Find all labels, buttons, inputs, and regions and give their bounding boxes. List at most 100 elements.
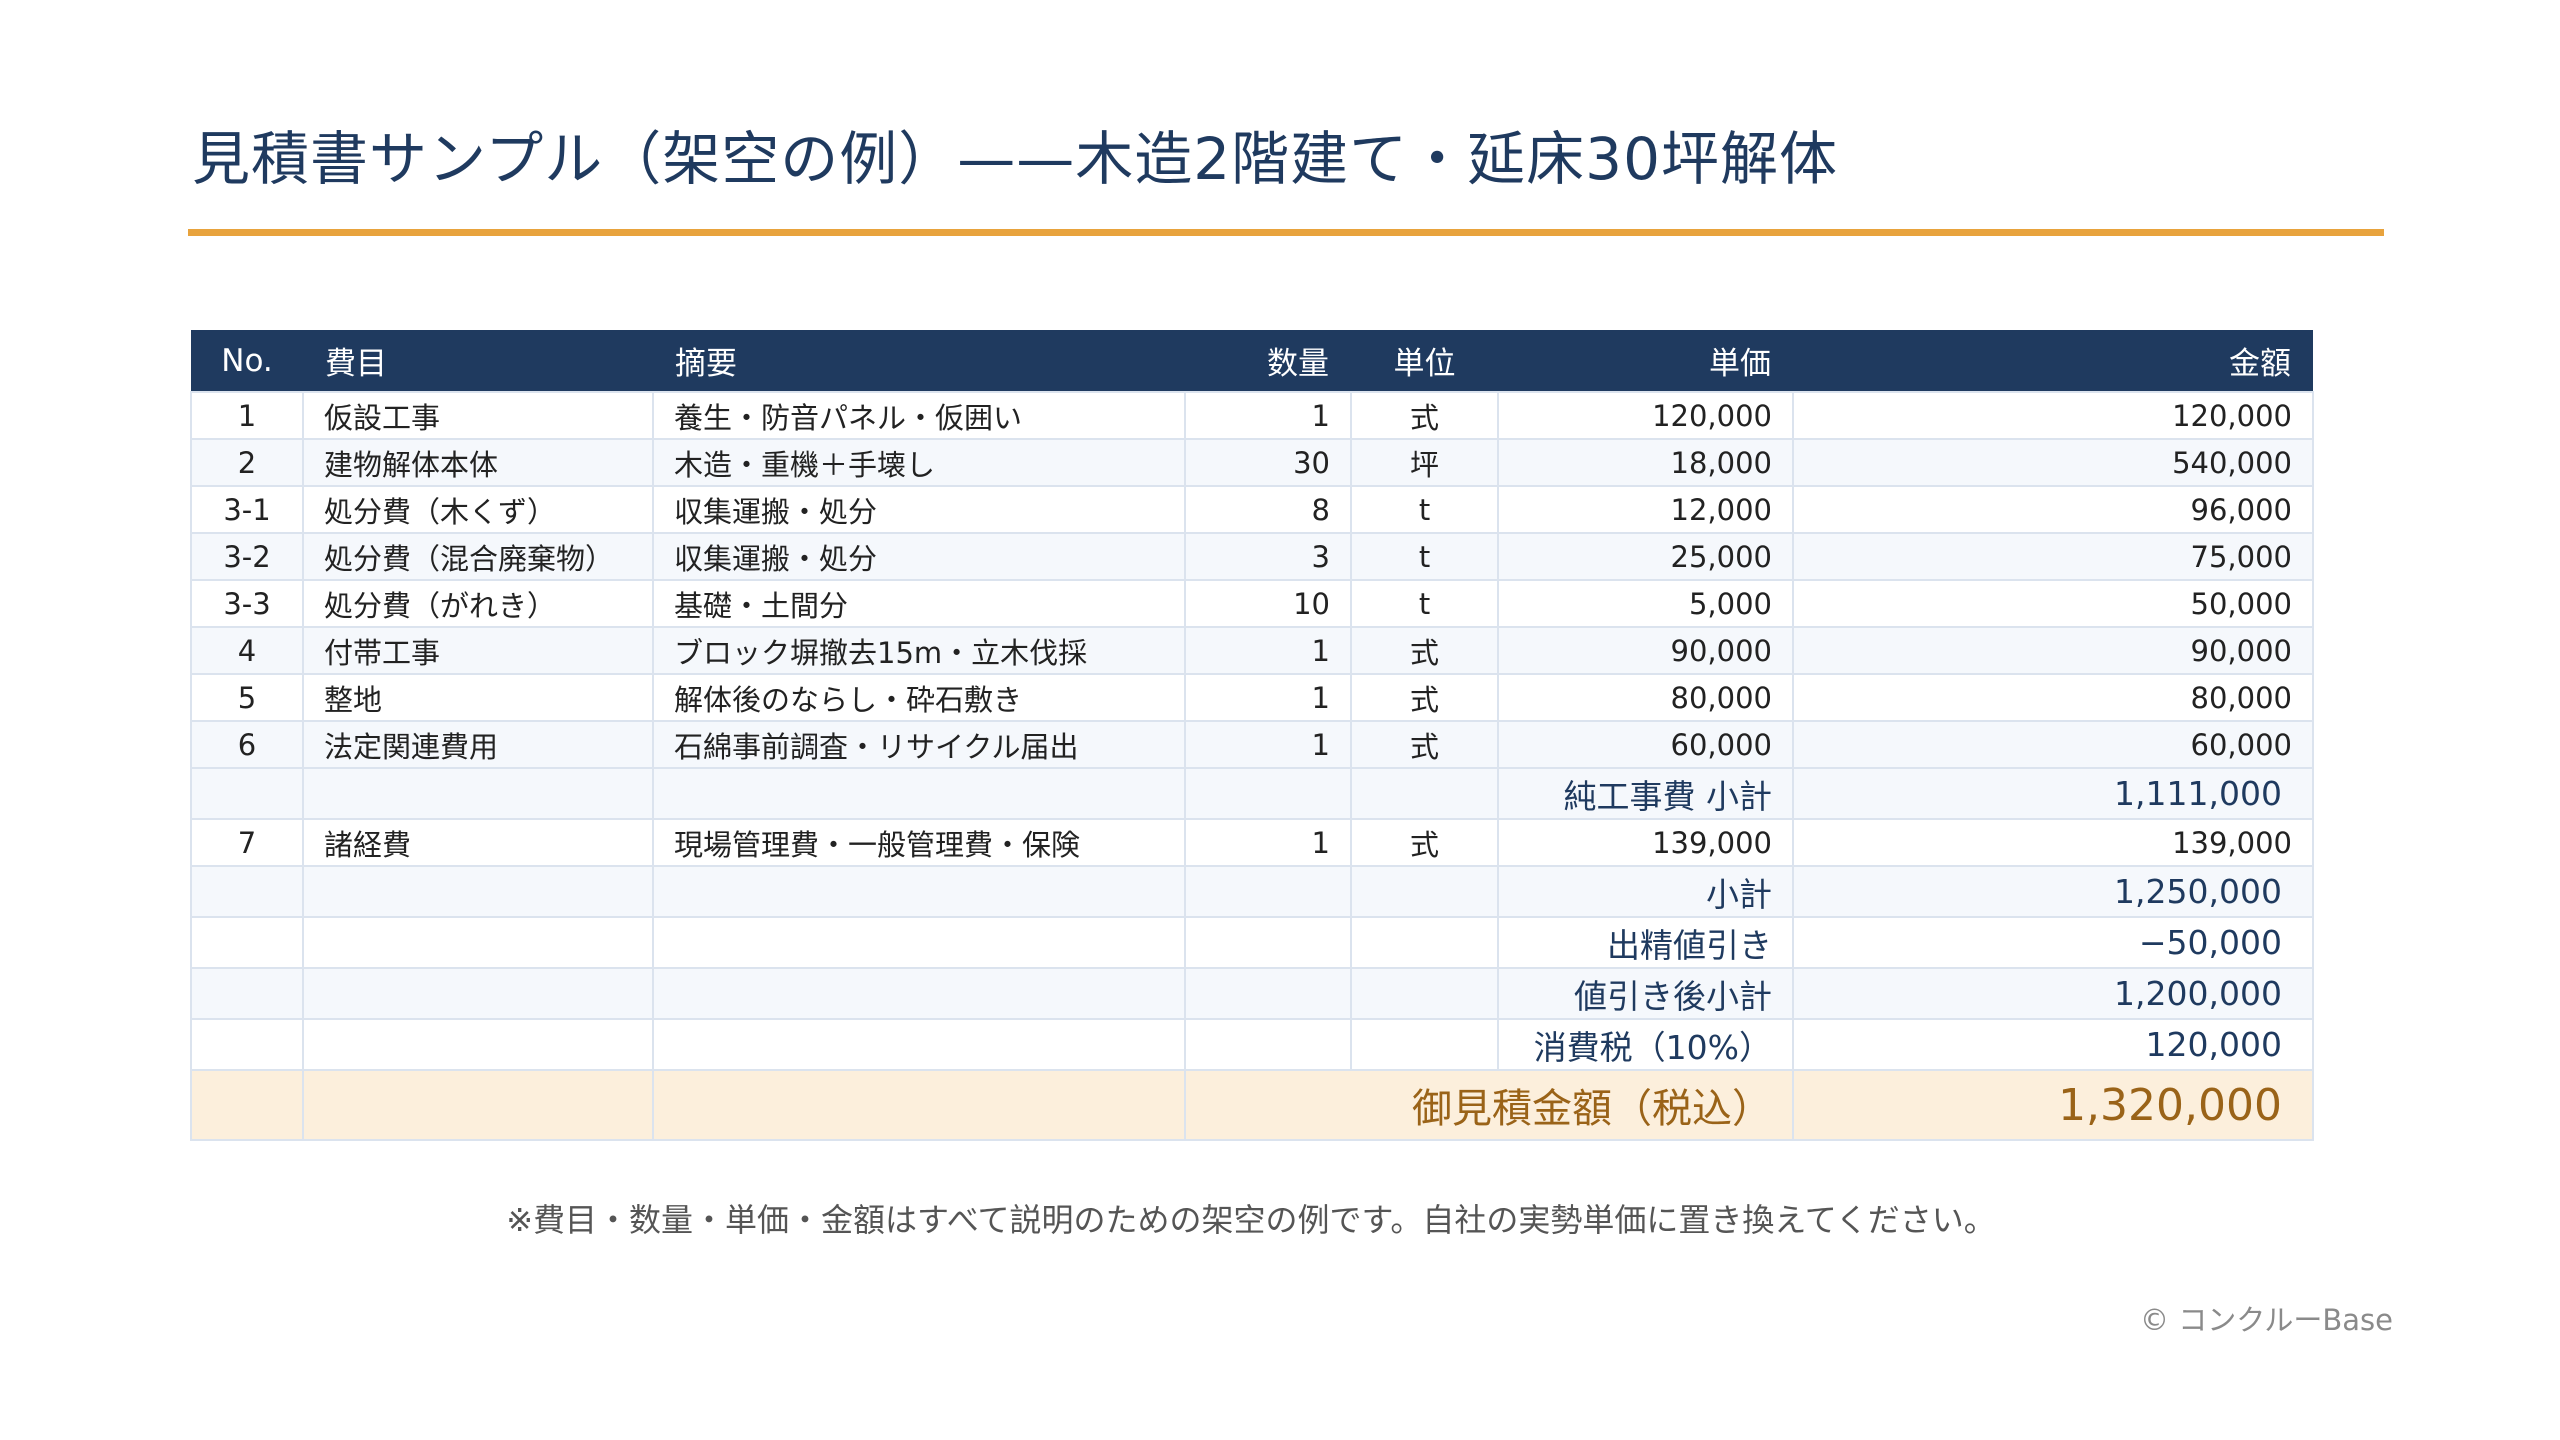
- row-amount: 120,000: [1792, 391, 2314, 440]
- row-item: 仮設工事: [302, 391, 654, 440]
- estimate-table: No. 費目 摘要 数量 単位 単価 金額 1 仮設工事 養生・防音パネル・仮囲…: [190, 330, 2314, 1141]
- discount-row: 出精値引き −50,000: [190, 916, 2314, 969]
- row-unit-price: 18,000: [1497, 438, 1794, 487]
- table-row: 1 仮設工事 養生・防音パネル・仮囲い 1 式 120,000 120,000: [190, 391, 2314, 440]
- row-unit-price: 25,000: [1497, 532, 1794, 581]
- row-item: 処分費（がれき）: [302, 579, 654, 628]
- table-header-row: No. 費目 摘要 数量 単位 単価 金額: [191, 330, 2313, 392]
- row-amount: 60,000: [1792, 720, 2314, 769]
- row-unit-price: 12,000: [1497, 485, 1794, 534]
- row-quantity: 1: [1184, 626, 1352, 675]
- row-item: 付帯工事: [302, 626, 654, 675]
- row-amount: 80,000: [1792, 673, 2314, 722]
- row-item: 処分費（木くず）: [302, 485, 654, 534]
- row-unit-price: 120,000: [1497, 391, 1794, 440]
- row-unit: t: [1350, 579, 1499, 628]
- row-item: 法定関連費用: [302, 720, 654, 769]
- row-item: 建物解体本体: [302, 438, 654, 487]
- row-no: 3-2: [190, 532, 304, 581]
- row-quantity: 8: [1184, 485, 1352, 534]
- table-row: 6 法定関連費用 石綿事前調査・リサイクル届出 1 式 60,000 60,00…: [190, 720, 2314, 769]
- row-quantity: 1: [1184, 720, 1352, 769]
- subtotal-label: 小計: [1497, 865, 1794, 918]
- row-quantity: 1: [1184, 673, 1352, 722]
- net-subtotal-row: 純工事費 小計 1,111,000: [190, 767, 2314, 820]
- row-item: 諸経費: [302, 818, 654, 867]
- row-description: 現場管理費・一般管理費・保険: [652, 818, 1186, 867]
- row-quantity: 1: [1184, 391, 1352, 440]
- table-row: 3-3 処分費（がれき） 基礎・土間分 10 t 5,000 50,000: [190, 579, 2314, 628]
- header-item: 費目: [303, 330, 653, 392]
- row-no: 5: [190, 673, 304, 722]
- row-item: 整地: [302, 673, 654, 722]
- header-no: No.: [191, 330, 303, 392]
- row-quantity: 1: [1184, 818, 1352, 867]
- tax-label: 消費税（10%）: [1497, 1018, 1794, 1071]
- discount-label: 出精値引き: [1497, 916, 1794, 969]
- net-subtotal-value: 1,111,000: [1792, 767, 2314, 820]
- subtotal-value: 1,250,000: [1792, 865, 2314, 918]
- row-unit-price: 139,000: [1497, 818, 1794, 867]
- row-amount: 90,000: [1792, 626, 2314, 675]
- row-unit-price: 90,000: [1497, 626, 1794, 675]
- table-row: 7 諸経費 現場管理費・一般管理費・保険 1 式 139,000 139,000: [190, 818, 2314, 867]
- discounted-subtotal-row: 値引き後小計 1,200,000: [190, 967, 2314, 1020]
- row-no: 6: [190, 720, 304, 769]
- row-unit: 式: [1350, 391, 1499, 440]
- total-row: 御見積金額（税込） 1,320,000: [190, 1069, 2314, 1141]
- row-no: 3-3: [190, 579, 304, 628]
- row-no: 1: [190, 391, 304, 440]
- header-quantity: 数量: [1185, 330, 1351, 392]
- table-row: 3-1 処分費（木くず） 収集運搬・処分 8 t 12,000 96,000: [190, 485, 2314, 534]
- row-unit: 坪: [1350, 438, 1499, 487]
- row-amount: 139,000: [1792, 818, 2314, 867]
- row-unit: 式: [1350, 818, 1499, 867]
- tax-value: 120,000: [1792, 1018, 2314, 1071]
- title-underline: [188, 229, 2384, 236]
- row-amount: 96,000: [1792, 485, 2314, 534]
- row-description: 石綿事前調査・リサイクル届出: [652, 720, 1186, 769]
- header-amount: 金額: [1793, 330, 2313, 392]
- row-description: 養生・防音パネル・仮囲い: [652, 391, 1186, 440]
- total-label: 御見積金額（税込）: [1184, 1069, 1794, 1141]
- table-row: 4 付帯工事 ブロック塀撤去15m・立木伐採 1 式 90,000 90,000: [190, 626, 2314, 675]
- row-description: ブロック塀撤去15m・立木伐採: [652, 626, 1186, 675]
- row-amount: 50,000: [1792, 579, 2314, 628]
- table-row: 5 整地 解体後のならし・砕石敷き 1 式 80,000 80,000: [190, 673, 2314, 722]
- row-description: 木造・重機＋手壊し: [652, 438, 1186, 487]
- copyright: © コンクルーBase: [2140, 1303, 2393, 1337]
- row-item: 処分費（混合廃棄物）: [302, 532, 654, 581]
- header-description: 摘要: [653, 330, 1185, 392]
- row-quantity: 30: [1184, 438, 1352, 487]
- page-title: 見積書サンプル（架空の例）——木造2階建て・延床30坪解体: [192, 125, 1838, 193]
- row-no: 3-1: [190, 485, 304, 534]
- row-no: 4: [190, 626, 304, 675]
- footnote: ※費目・数量・単価・金額はすべて説明のための架空の例です。自社の実勢単価に置き換…: [506, 1201, 1996, 1239]
- row-no: 7: [190, 818, 304, 867]
- row-unit-price: 5,000: [1497, 579, 1794, 628]
- table-row: 3-2 処分費（混合廃棄物） 収集運搬・処分 3 t 25,000 75,000: [190, 532, 2314, 581]
- row-quantity: 10: [1184, 579, 1352, 628]
- row-unit: 式: [1350, 720, 1499, 769]
- row-unit-price: 80,000: [1497, 673, 1794, 722]
- row-amount: 75,000: [1792, 532, 2314, 581]
- row-description: 基礎・土間分: [652, 579, 1186, 628]
- row-description: 解体後のならし・砕石敷き: [652, 673, 1186, 722]
- discounted-subtotal-value: 1,200,000: [1792, 967, 2314, 1020]
- row-unit: 式: [1350, 626, 1499, 675]
- row-quantity: 3: [1184, 532, 1352, 581]
- row-no: 2: [190, 438, 304, 487]
- row-description: 収集運搬・処分: [652, 485, 1186, 534]
- row-description: 収集運搬・処分: [652, 532, 1186, 581]
- row-unit-price: 60,000: [1497, 720, 1794, 769]
- row-amount: 540,000: [1792, 438, 2314, 487]
- table-row: 2 建物解体本体 木造・重機＋手壊し 30 坪 18,000 540,000: [190, 438, 2314, 487]
- net-subtotal-label: 純工事費 小計: [1497, 767, 1794, 820]
- subtotal-row: 小計 1,250,000: [190, 865, 2314, 918]
- row-unit: t: [1350, 485, 1499, 534]
- discount-value: −50,000: [1792, 916, 2314, 969]
- total-value: 1,320,000: [1792, 1069, 2314, 1141]
- tax-row: 消費税（10%） 120,000: [190, 1018, 2314, 1071]
- row-unit: 式: [1350, 673, 1499, 722]
- header-unit: 単位: [1351, 330, 1498, 392]
